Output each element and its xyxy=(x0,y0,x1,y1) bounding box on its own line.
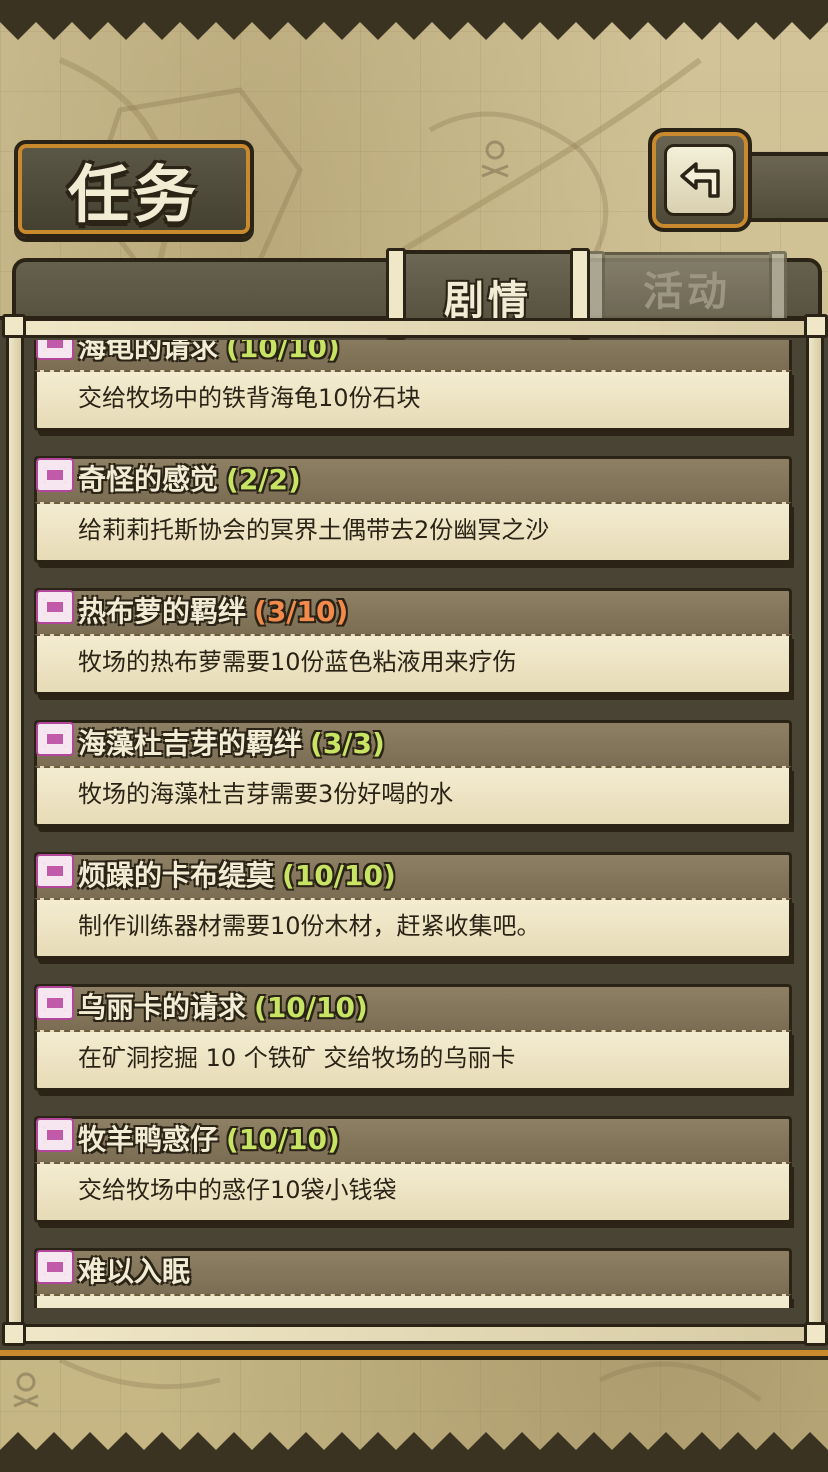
quest-name: 难以入眠 xyxy=(78,1255,191,1288)
page-title: 任务 xyxy=(67,158,200,231)
quest-scroll-icon-mark xyxy=(44,995,66,1011)
quest-screen: 任务 活动 剧情 海龟的请求 (10/10) 交给牧场中的铁背海龟10份石块 奇怪的感… xyxy=(0,0,828,1472)
torn-edge-top xyxy=(0,0,828,40)
quest-item[interactable]: 乌丽卡的请求 (10/10) 在矿洞挖掘 10 个铁矿 交给牧场的乌丽卡 xyxy=(34,984,794,1096)
quest-scroll-icon-mark xyxy=(44,863,66,879)
quest-title: 牧羊鸭惑仔 (10/10) xyxy=(78,1120,340,1160)
quest-progress: (3/3) xyxy=(310,727,385,760)
quest-description: 交给牧场中的铁背海龟10份石块 xyxy=(78,384,421,412)
panel-corner xyxy=(804,314,828,338)
quest-list[interactable]: 海龟的请求 (10/10) 交给牧场中的铁背海龟10份石块奇怪的感觉 (2/2) 给莉莉… xyxy=(34,340,794,1308)
quest-name: 奇怪的感觉 xyxy=(78,463,219,496)
panel-corner xyxy=(804,1322,828,1346)
quest-description: 交给牧场中的惑仔10袋小钱袋 xyxy=(78,1176,397,1204)
back-button[interactable] xyxy=(648,128,752,232)
tab-events[interactable]: 活动 xyxy=(587,251,787,323)
quest-progress: (10/10) xyxy=(254,991,368,1024)
quest-name: 牧羊鸭惑仔 xyxy=(78,1123,219,1156)
tab-post xyxy=(769,251,787,323)
quest-title: 海藻杜吉芽的羁绊 (3/3) xyxy=(78,724,385,764)
quest-title: 难以入眠 xyxy=(78,1252,198,1292)
quest-description: 牧场的海藻杜吉芽需要3份好喝的水 xyxy=(78,780,454,808)
quest-description: 制作训练器材需要10份木材，赶紧收集吧。 xyxy=(78,912,541,940)
quest-scroll-icon-mark xyxy=(44,599,66,615)
quest-item[interactable]: 难以入眠 xyxy=(34,1248,794,1308)
quest-scroll-icon xyxy=(36,1250,74,1284)
quest-scroll-icon-mark xyxy=(44,1127,66,1143)
quest-item[interactable]: 奇怪的感觉 (2/2) 给莉莉托斯协会的冥界土偶带去2份幽冥之沙 xyxy=(34,456,794,568)
quest-description: 牧场的热布萝需要10份蓝色粘液用来疗伤 xyxy=(78,648,517,676)
quest-progress: (10/10) xyxy=(282,859,396,892)
tab-events-label: 活动 xyxy=(643,269,731,315)
quest-scroll-icon xyxy=(36,986,74,1020)
quest-item[interactable]: 牧羊鸭惑仔 (10/10) 交给牧场中的惑仔10袋小钱袋 xyxy=(34,1116,794,1228)
quest-scroll-icon-mark xyxy=(44,1259,66,1275)
quest-progress: (10/10) xyxy=(226,1123,340,1156)
quest-description: 给莉莉托斯协会的冥界土偶带去2份幽冥之沙 xyxy=(78,516,550,544)
quest-title: 奇怪的感觉 (2/2) xyxy=(78,460,301,500)
panel-corner xyxy=(2,314,26,338)
quest-scroll-icon-mark xyxy=(44,731,66,747)
quest-progress: (3/10) xyxy=(254,595,349,628)
quest-title: 海龟的请求 (10/10) xyxy=(78,340,340,368)
torn-edge-bottom xyxy=(0,1432,828,1472)
panel-rail-right xyxy=(806,318,824,1344)
panel-rail-bottom xyxy=(4,1324,826,1344)
quest-scroll-icon xyxy=(36,340,74,360)
quest-title: 热布萝的羁绊 (3/10) xyxy=(78,592,348,632)
quest-title: 烦躁的卡布缇莫 (10/10) xyxy=(78,856,396,896)
quest-name: 海龟的请求 xyxy=(78,340,219,364)
title-plate: 任务 xyxy=(14,140,254,238)
quest-item[interactable]: 海龟的请求 (10/10) 交给牧场中的铁背海龟10份石块 xyxy=(34,340,794,436)
back-button-face xyxy=(664,144,736,216)
quest-name: 乌丽卡的请求 xyxy=(78,991,247,1024)
quest-title: 乌丽卡的请求 (10/10) xyxy=(78,988,368,1028)
quest-name: 海藻杜吉芽的羁绊 xyxy=(78,727,303,760)
back-arrow-icon xyxy=(680,162,720,198)
panel-rail-top xyxy=(4,318,826,338)
quest-item[interactable]: 海藻杜吉芽的羁绊 (3/3) 牧场的海藻杜吉芽需要3份好喝的水 xyxy=(34,720,794,832)
quest-scroll-icon xyxy=(36,722,74,756)
quest-scroll-icon-mark xyxy=(44,467,66,483)
panel-rail-left xyxy=(6,318,24,1344)
panel-corner xyxy=(2,1322,26,1346)
quest-progress: (2/2) xyxy=(226,463,301,496)
quest-scroll-icon xyxy=(36,854,74,888)
quest-name: 热布萝的羁绊 xyxy=(78,595,247,628)
quest-scroll-icon-mark xyxy=(44,340,66,351)
quest-scroll-icon xyxy=(36,590,74,624)
quest-scroll-icon xyxy=(36,1118,74,1152)
quest-item[interactable]: 热布萝的羁绊 (3/10) 牧场的热布萝需要10份蓝色粘液用来疗伤 xyxy=(34,588,794,700)
quest-description-box xyxy=(34,1294,792,1308)
quest-description: 在矿洞挖掘 10 个铁矿 交给牧场的乌丽卡 xyxy=(78,1044,516,1072)
quest-progress: (10/10) xyxy=(226,340,340,364)
quest-name: 烦躁的卡布缇莫 xyxy=(78,859,275,892)
quest-scroll-icon xyxy=(36,458,74,492)
quest-item[interactable]: 烦躁的卡布缇莫 (10/10) 制作训练器材需要10份木材，赶紧收集吧。 xyxy=(34,852,794,964)
